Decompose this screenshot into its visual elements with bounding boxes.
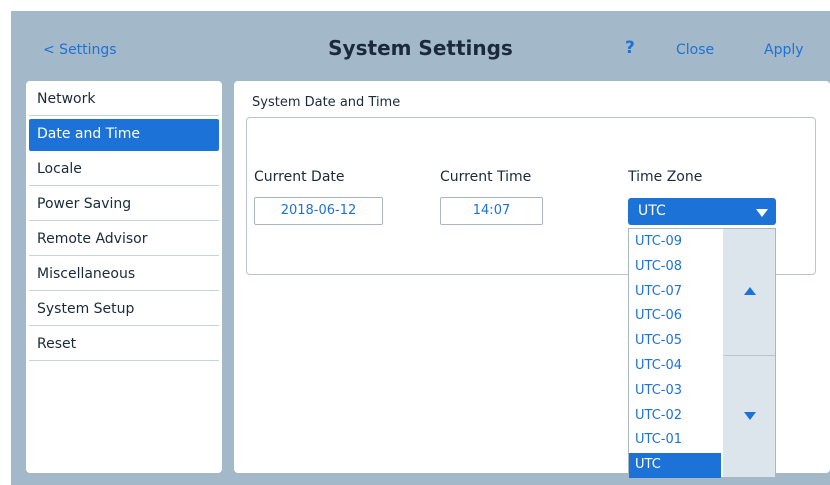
current-time-field[interactable]: 14:07 — [440, 197, 543, 225]
time-zone-option[interactable]: UTC-04 — [629, 354, 721, 379]
time-zone-option[interactable]: UTC-09 — [629, 230, 721, 255]
time-zone-dropdown: UTC-09 UTC-08 UTC-07 UTC-06 UTC-05 UTC-0… — [628, 228, 776, 478]
sidebar: Network Date and Time Locale Power Savin… — [26, 81, 222, 473]
current-date-field[interactable]: 2018-06-12 — [254, 197, 383, 225]
sidebar-item-network[interactable]: Network — [29, 84, 219, 116]
sidebar-item-power-saving[interactable]: Power Saving — [29, 189, 219, 221]
time-zone-option[interactable]: UTC-05 — [629, 329, 721, 354]
chevron-down-icon — [756, 209, 768, 217]
settings-window: < Settings System Settings ? Close Apply… — [11, 11, 830, 485]
apply-button[interactable]: Apply — [764, 42, 804, 58]
sidebar-item-system-setup[interactable]: System Setup — [29, 294, 219, 326]
current-date-label: Current Date — [254, 169, 345, 185]
sidebar-item-reset[interactable]: Reset — [29, 329, 219, 361]
time-zone-option[interactable]: UTC-08 — [629, 255, 721, 280]
scroll-down-button[interactable] — [723, 356, 775, 477]
sidebar-item-locale[interactable]: Locale — [29, 154, 219, 186]
triangle-up-icon — [744, 287, 756, 295]
time-zone-option[interactable]: UTC-01 — [629, 428, 721, 453]
time-zone-option-selected[interactable]: UTC — [629, 453, 721, 478]
time-zone-label: Time Zone — [628, 169, 703, 185]
sidebar-item-miscellaneous[interactable]: Miscellaneous — [29, 259, 219, 291]
sidebar-item-date-and-time[interactable]: Date and Time — [29, 119, 219, 151]
top-bar: < Settings System Settings ? Close Apply — [11, 11, 830, 81]
sidebar-item-remote-advisor[interactable]: Remote Advisor — [29, 224, 219, 256]
current-time-label: Current Time — [440, 169, 532, 185]
scroll-up-button[interactable] — [723, 229, 775, 356]
time-zone-option[interactable]: UTC-07 — [629, 280, 721, 305]
time-zone-selected-value: UTC — [638, 203, 666, 219]
main-panel: System Date and Time Current Date 2018-0… — [234, 81, 830, 478]
time-zone-option[interactable]: UTC-06 — [629, 304, 721, 329]
group-title: System Date and Time — [252, 95, 401, 110]
time-zone-select[interactable]: UTC — [628, 198, 776, 225]
time-zone-option[interactable]: UTC-03 — [629, 379, 721, 404]
help-button[interactable]: ? — [625, 38, 635, 58]
back-to-settings-link[interactable]: < Settings — [43, 42, 117, 58]
time-zone-option[interactable]: UTC-02 — [629, 404, 721, 429]
triangle-down-icon — [744, 412, 756, 420]
close-button[interactable]: Close — [676, 42, 714, 58]
